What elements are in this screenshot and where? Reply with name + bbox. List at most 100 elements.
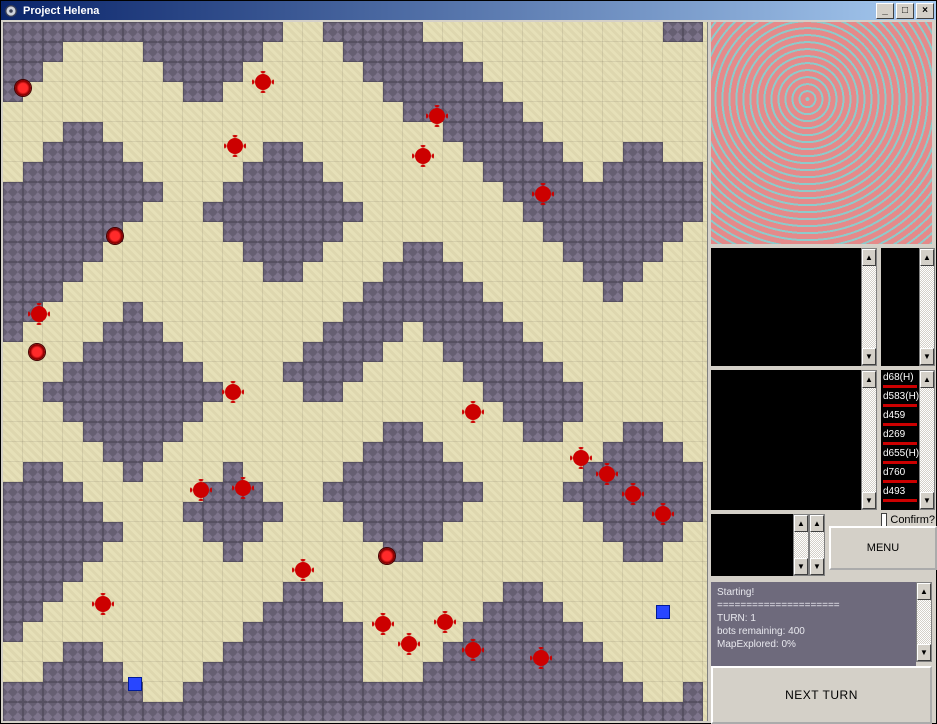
- wall-tile: [63, 202, 83, 222]
- wall-tile: [423, 662, 443, 682]
- minimize-button[interactable]: _: [876, 3, 894, 19]
- wall-tile: [643, 522, 663, 542]
- unit-enemy[interactable]: [401, 636, 417, 652]
- game-map[interactable]: [3, 22, 708, 721]
- scroll-up-icon[interactable]: ▲: [917, 583, 931, 600]
- menu-button[interactable]: MENU: [829, 526, 937, 570]
- scroll-up-icon[interactable]: ▲: [810, 515, 824, 532]
- unit-bot[interactable]: [107, 228, 123, 244]
- unit-enemy[interactable]: [465, 642, 481, 658]
- wall-tile: [183, 402, 203, 422]
- unit-list-item[interactable]: d583(H): [881, 389, 919, 408]
- info-panel-d-scrollbar[interactable]: ▲▼: [793, 514, 809, 576]
- scroll-up-icon[interactable]: ▲: [794, 515, 808, 532]
- wall-tile: [123, 202, 143, 222]
- unit-enemy[interactable]: [295, 562, 311, 578]
- unit-enemy[interactable]: [415, 148, 431, 164]
- wall-tile: [3, 302, 23, 322]
- unit-list-item[interactable]: d269: [881, 427, 919, 446]
- scroll-up-icon[interactable]: ▲: [920, 371, 934, 388]
- unit-enemy[interactable]: [235, 480, 251, 496]
- scroll-down-icon[interactable]: ▼: [862, 492, 876, 509]
- wall-tile: [503, 142, 523, 162]
- wall-tile: [463, 302, 483, 322]
- wall-tile: [43, 222, 63, 242]
- close-button[interactable]: ×: [916, 3, 934, 19]
- unit-bot[interactable]: [29, 344, 45, 360]
- wall-tile: [303, 182, 323, 202]
- wall-tile: [303, 202, 323, 222]
- map-marker[interactable]: [128, 677, 142, 691]
- unit-enemy[interactable]: [535, 186, 551, 202]
- wall-tile: [663, 22, 683, 42]
- scroll-down-icon[interactable]: ▼: [810, 558, 824, 575]
- wall-tile: [283, 142, 303, 162]
- wall-tile: [543, 422, 563, 442]
- unit-list[interactable]: d68(H)d583(H)d459d269d655(H)d760d493: [881, 370, 919, 510]
- wall-tile: [3, 622, 23, 642]
- wall-tile: [403, 62, 423, 82]
- scroll-down-icon[interactable]: ▼: [920, 492, 934, 509]
- info-panel-a-scrollbar[interactable]: ▲▼: [861, 248, 877, 366]
- wall-tile: [83, 142, 103, 162]
- scroll-down-icon[interactable]: ▼: [920, 348, 934, 365]
- wall-tile: [3, 322, 23, 342]
- unit-enemy[interactable]: [225, 384, 241, 400]
- unit-enemy[interactable]: [465, 404, 481, 420]
- wall-tile: [403, 242, 423, 262]
- info-panel-c-scrollbar[interactable]: ▲▼: [861, 370, 877, 510]
- next-turn-button[interactable]: NEXT TURN: [711, 666, 932, 724]
- hp-bar: [883, 385, 917, 388]
- wall-tile: [603, 262, 623, 282]
- wall-tile: [363, 322, 383, 342]
- scroll-down-icon[interactable]: ▼: [917, 644, 931, 661]
- unit-list-item[interactable]: d493: [881, 484, 919, 503]
- unit-enemy[interactable]: [193, 482, 209, 498]
- unit-bot[interactable]: [15, 80, 31, 96]
- unit-enemy[interactable]: [533, 650, 549, 666]
- wall-tile: [3, 502, 23, 522]
- wall-tile: [143, 342, 163, 362]
- scroll-up-icon[interactable]: ▲: [862, 249, 876, 266]
- scroll-up-icon[interactable]: ▲: [862, 371, 876, 388]
- unit-enemy[interactable]: [573, 450, 589, 466]
- unit-enemy[interactable]: [437, 614, 453, 630]
- titlebar[interactable]: Project Helena _ □ ×: [1, 1, 936, 20]
- unit-list-scrollbar[interactable]: ▲▼: [919, 370, 935, 510]
- wall-tile: [103, 142, 123, 162]
- unit-enemy[interactable]: [255, 74, 271, 90]
- scroll-up-icon[interactable]: ▲: [920, 249, 934, 266]
- checkbox-icon[interactable]: [881, 513, 887, 527]
- log-scrollbar[interactable]: ▲▼: [916, 582, 932, 662]
- wall-tile: [3, 282, 23, 302]
- unit-enemy[interactable]: [31, 306, 47, 322]
- info-panel-e-scrollbar[interactable]: ▲▼: [809, 514, 825, 576]
- scroll-down-icon[interactable]: ▼: [794, 558, 808, 575]
- wall-tile: [123, 182, 143, 202]
- unit-enemy[interactable]: [227, 138, 243, 154]
- map-marker[interactable]: [656, 605, 670, 619]
- wall-tile: [163, 62, 183, 82]
- wall-tile: [283, 662, 303, 682]
- wall-tile: [463, 682, 483, 702]
- wall-tile: [563, 182, 583, 202]
- wall-tile: [43, 462, 63, 482]
- maximize-button[interactable]: □: [896, 3, 914, 19]
- unit-list-item[interactable]: d459: [881, 408, 919, 427]
- unit-enemy[interactable]: [625, 486, 641, 502]
- minimap[interactable]: [711, 22, 932, 244]
- unit-enemy[interactable]: [599, 466, 615, 482]
- unit-bot[interactable]: [379, 548, 395, 564]
- unit-list-item[interactable]: d68(H): [881, 370, 919, 389]
- unit-enemy[interactable]: [95, 596, 111, 612]
- unit-list-item[interactable]: d760: [881, 465, 919, 484]
- wall-tile: [303, 662, 323, 682]
- unit-enemy[interactable]: [429, 108, 445, 124]
- wall-tile: [663, 222, 683, 242]
- wall-tile: [143, 182, 163, 202]
- info-panel-b-scrollbar[interactable]: ▲▼: [919, 248, 935, 366]
- unit-enemy[interactable]: [375, 616, 391, 632]
- unit-list-item[interactable]: d655(H): [881, 446, 919, 465]
- scroll-down-icon[interactable]: ▼: [862, 348, 876, 365]
- unit-enemy[interactable]: [655, 506, 671, 522]
